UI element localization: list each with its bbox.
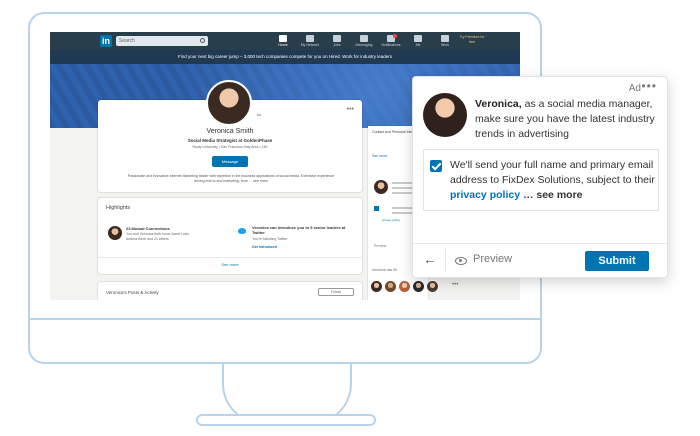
avatar[interactable] (426, 280, 439, 293)
nav-home[interactable]: Home (272, 33, 294, 49)
nav-label: Me (415, 43, 421, 47)
nav-notifications[interactable]: Notifications (380, 33, 402, 49)
notification-badge (393, 34, 397, 38)
checkbox-icon (374, 206, 379, 211)
network-icon (306, 35, 314, 42)
home-icon (279, 35, 287, 42)
eye-icon (455, 257, 467, 265)
consent-box: We'll send your full name and primary em… (423, 149, 659, 211)
highlights-see-more[interactable]: See more (98, 262, 362, 267)
ad-message: Veronica, as a social media manager, mak… (475, 97, 661, 142)
consent-see-more[interactable]: … see more (520, 189, 583, 201)
nav-work[interactable]: Work (434, 33, 456, 49)
promo-banner[interactable]: Find your next big career jump – 3,000 t… (50, 50, 520, 64)
consent-text: We'll send your full name and primary em… (450, 158, 656, 203)
nav-messaging[interactable]: Messaging (353, 33, 375, 49)
intro-sub: You're following Twitter (252, 237, 288, 241)
profile-headline: Social Media Strategist at GoldenPhase (187, 138, 273, 143)
avatar-icon (414, 35, 422, 42)
nav-label: Messaging (355, 43, 373, 47)
profile-subline: Rusty University • San Francisco Bay Are… (192, 145, 268, 149)
profile-card: ••• 1st Veronica Smith Social Media Stra… (98, 80, 362, 192)
nav-my-network[interactable]: My Network (299, 33, 321, 49)
consent-checkbox[interactable] (430, 160, 442, 172)
more-avatars-icon[interactable]: ••• (452, 282, 458, 288)
search-icon (200, 38, 205, 43)
avatar[interactable] (370, 280, 383, 293)
ad-recipient-name: Veronica, (475, 98, 522, 110)
more-options-icon[interactable]: ••• (347, 106, 354, 113)
nav-label: Home (278, 43, 288, 47)
intro-title: Veronica can introduce you to 5 senior l… (252, 225, 346, 235)
connection-degree: 1st (256, 112, 262, 117)
profile-summary: Passionate and innovative Internet Marke… (127, 174, 335, 183)
divider (98, 257, 362, 258)
contact-see-more[interactable]: See more (372, 154, 387, 158)
connection-avatars (370, 280, 439, 293)
linkedin-logo-icon[interactable]: in (100, 35, 112, 47)
nav-label: Jobs (333, 43, 341, 47)
nav-label: Work (440, 43, 450, 47)
nav-label: Notifications (381, 43, 401, 47)
messaging-icon (360, 35, 368, 42)
ad-avatar (423, 93, 467, 137)
ad-label: Ad (628, 83, 641, 94)
profile-photo[interactable] (206, 80, 252, 126)
preview-label[interactable]: Preview (374, 244, 386, 248)
twitter-icon (238, 228, 246, 234)
mutual-connection-avatar[interactable] (108, 226, 122, 240)
submit-button[interactable]: Submit (585, 251, 649, 271)
avatar[interactable] (398, 280, 411, 293)
nav-me[interactable]: Me (407, 33, 429, 49)
monitor-chin-line (28, 318, 542, 320)
mutual-connections-sub: You and Veronica both know Jared Lutal, … (126, 232, 190, 241)
search-input[interactable]: Search (116, 36, 208, 46)
divider (413, 243, 667, 244)
connections-count: Veronica has 50 (372, 268, 398, 272)
monitor-stand-base (196, 414, 376, 426)
briefcase-icon (333, 35, 341, 42)
highlights-card: Highlights 23 Mutual Connections You and… (98, 198, 362, 274)
message-button[interactable]: Message (212, 156, 248, 167)
nav-items: Home My Network Jobs Messaging Notificat… (272, 33, 456, 49)
privacy-policy-link[interactable]: privacy policy (450, 189, 520, 201)
nav-jobs[interactable]: Jobs (326, 33, 348, 49)
avatar[interactable] (384, 280, 397, 293)
separator (445, 249, 446, 271)
profile-name: Veronica Smith (206, 128, 254, 135)
try-premium-link[interactable]: Try Premium for free (458, 35, 486, 45)
get-introduced-link[interactable]: Get introduced (252, 245, 277, 249)
linkedin-navbar: in Search Home My Network Jobs Messaging (50, 32, 520, 50)
mutual-connections-title[interactable]: 23 Mutual Connections (126, 226, 170, 231)
grid-icon (441, 35, 449, 42)
follow-button[interactable]: Follow (318, 288, 354, 296)
privacy-policy-link[interactable]: privacy policy (382, 218, 400, 222)
ad-preview-avatar (374, 180, 388, 194)
preview-button[interactable]: Preview (473, 253, 512, 265)
ad-more-options-icon[interactable]: ••• (641, 79, 657, 93)
back-arrow-icon[interactable]: ← (423, 251, 437, 267)
avatar[interactable] (412, 280, 425, 293)
activity-card: Veronica's Posts & Activity Follow (98, 282, 362, 300)
search-placeholder: Search (119, 38, 135, 44)
consent-body: We'll send your full name and primary em… (450, 159, 655, 186)
nav-label: My Network (300, 43, 320, 47)
activity-title: Veronica's Posts & Activity (106, 290, 159, 295)
highlights-title: Highlights (106, 205, 131, 211)
lead-gen-ad-popup: Ad ••• Veronica, as a social media manag… (412, 76, 668, 278)
